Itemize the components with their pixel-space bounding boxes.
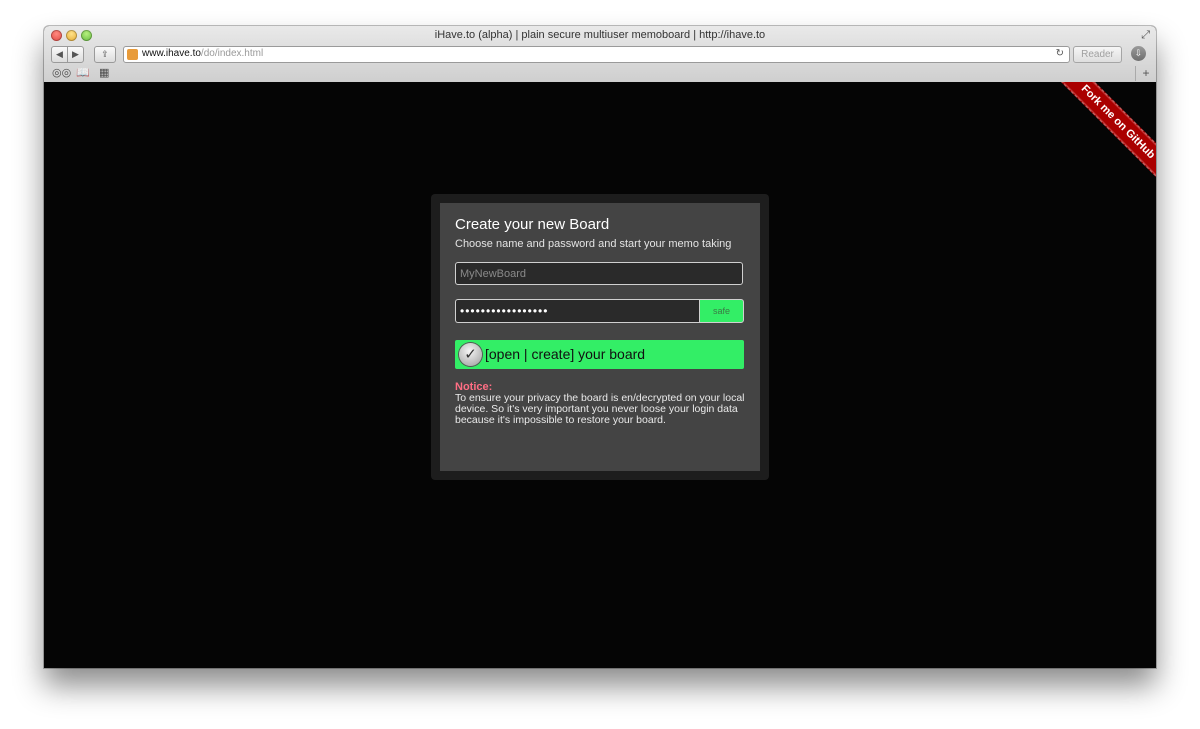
form-title: Create your new Board (455, 216, 610, 233)
board-name-input[interactable] (455, 262, 743, 285)
address-bar[interactable]: www.ihave.to/do/index.html ↻ (123, 46, 1070, 63)
url-text: www.ihave.to/do/index.html (142, 48, 263, 59)
share-icon: ⇪ (101, 49, 109, 59)
board-form-frame: Create your new Board Choose name and pa… (431, 194, 769, 480)
browser-window: iHave.to (alpha) | plain secure multiuse… (44, 26, 1156, 668)
url-path: /do/index.html (200, 48, 264, 59)
title-bar: iHave.to (alpha) | plain secure multiuse… (44, 26, 1156, 46)
navigation-toolbar: ◀ ▶ ⇪ www.ihave.to/do/index.html ↻ Reade… (44, 46, 1156, 64)
form-subtitle: Choose name and password and start your … (455, 238, 732, 250)
page-content: Fork me on GitHub Create your new Board … (44, 82, 1156, 668)
fork-me-ribbon-label[interactable]: Fork me on GitHub (1052, 82, 1156, 188)
download-icon: ⇩ (1134, 48, 1143, 58)
reader-button[interactable]: Reader (1073, 46, 1122, 63)
reload-icon[interactable]: ↻ (1056, 48, 1064, 59)
new-tab-button[interactable]: + (1135, 66, 1156, 81)
notice-text: To ensure your privacy the board is en/d… (455, 392, 745, 426)
back-button[interactable]: ◀ (51, 46, 68, 63)
browser-chrome: iHave.to (alpha) | plain secure multiuse… (44, 26, 1156, 83)
submit-label: [open | create] your board (485, 346, 646, 362)
back-arrow-icon: ◀ (56, 49, 63, 59)
downloads-button[interactable]: ⇩ (1131, 46, 1146, 61)
reading-list-icon[interactable]: ◎◎ (52, 66, 71, 79)
plus-icon: + (1142, 66, 1150, 80)
favicon-icon (127, 49, 138, 60)
bookmarks-book-icon[interactable]: 📖 (76, 66, 90, 79)
forward-arrow-icon: ▶ (72, 49, 79, 59)
fullscreen-icon[interactable]: ⤢ (1141, 29, 1150, 42)
top-sites-grid-icon[interactable]: ▦ (99, 66, 109, 79)
password-input[interactable]: ••••••••••••••••• (455, 299, 699, 323)
window-title: iHave.to (alpha) | plain secure multiuse… (434, 29, 766, 41)
password-strength-indicator: safe (699, 299, 744, 323)
forward-button[interactable]: ▶ (67, 46, 84, 63)
url-host: www.ihave.to (142, 48, 201, 59)
open-create-board-button[interactable]: ✓ [open | create] your board (455, 340, 744, 369)
bookmarks-bar: ◎◎ 📖 ▦ + (44, 66, 1156, 82)
board-form: Create your new Board Choose name and pa… (440, 203, 760, 471)
github-ribbon[interactable]: Fork me on GitHub (1046, 82, 1156, 192)
share-button[interactable]: ⇪ (94, 46, 116, 63)
check-icon: ✓ (459, 343, 482, 366)
